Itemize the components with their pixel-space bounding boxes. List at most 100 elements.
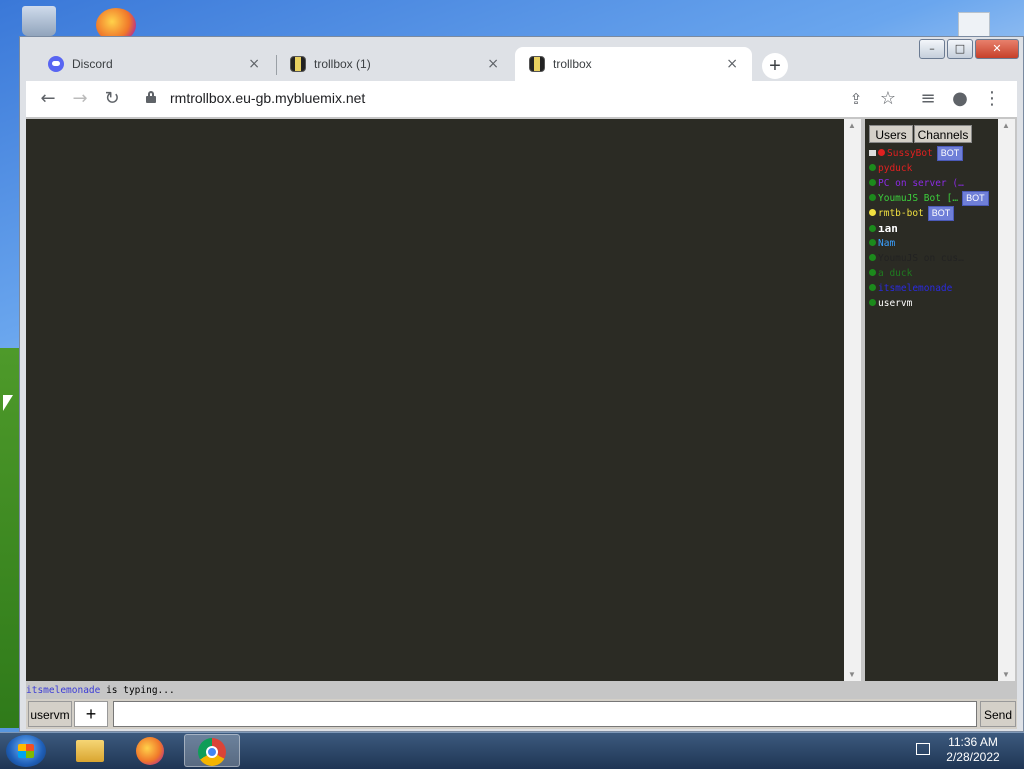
close-window-button[interactable]: ✕: [975, 39, 1019, 59]
bookmark-star-icon[interactable]: ☆: [876, 87, 900, 111]
user-name: itsmelemonade: [878, 283, 953, 294]
user-list-item[interactable]: uservm: [869, 296, 997, 311]
users-scrollbar[interactable]: ▲ ▼: [998, 119, 1015, 681]
user-name: pyduck: [878, 163, 913, 174]
status-dot-icon: [869, 299, 876, 306]
user-list-item[interactable]: rmtb-bot BOT: [869, 206, 997, 221]
user-list-item[interactable]: YoumuJS Bot [… BOT: [869, 191, 997, 206]
forward-icon[interactable]: →: [68, 87, 92, 111]
status-dot-icon: [869, 179, 876, 186]
nickname-button[interactable]: uservm: [28, 701, 72, 727]
status-dot-icon: [869, 209, 876, 216]
taskbar-file-explorer[interactable]: [62, 734, 118, 767]
mouse-cursor-icon: [3, 395, 13, 411]
browser-window: – □ ✕ Discord × trollbox (1) × trollbox …: [19, 36, 1024, 732]
status-dot-icon: [878, 149, 885, 156]
close-tab-icon[interactable]: ×: [248, 56, 260, 72]
users-panel: Users Channels SussyBot BOT pyduck PC on se…: [865, 119, 998, 681]
tab-discord[interactable]: Discord ×: [34, 47, 274, 81]
bot-badge: BOT: [936, 146, 964, 161]
tab-users[interactable]: Users: [869, 125, 913, 143]
user-name: YoumuJS Bot […: [878, 193, 959, 204]
user-list-item[interactable]: SussyBot BOT: [869, 146, 997, 161]
user-list: SussyBot BOT pyduck PC on server (… YoumuJS …: [869, 146, 997, 311]
tab-channels[interactable]: Channels: [914, 125, 972, 143]
status-dot-icon: [869, 284, 876, 291]
browser-toolbar: ← → ↻ rmtrollbox.eu-gb.mybluemix.net ⇪ ☆…: [26, 81, 1017, 117]
bot-badge: BOT: [927, 206, 955, 221]
user-name: Nam: [878, 238, 896, 249]
scroll-up-icon[interactable]: ▲: [848, 121, 856, 130]
taskbar: 11:36 AM 2/28/2022: [0, 732, 1024, 769]
user-name: ıan: [878, 222, 898, 235]
user-name: a duck: [878, 268, 913, 279]
reload-icon[interactable]: ↻: [100, 87, 124, 111]
scroll-down-icon[interactable]: ▼: [848, 670, 856, 679]
taskbar-firefox[interactable]: [123, 734, 179, 767]
attach-button[interactable]: +: [74, 701, 108, 727]
user-name: rmtb-bot: [878, 208, 924, 219]
system-clock[interactable]: 11:36 AM 2/28/2022: [938, 735, 1008, 765]
window-controls: – □ ✕: [919, 39, 1019, 59]
share-icon[interactable]: ⇪: [844, 87, 868, 111]
trollbox-icon: [529, 56, 545, 72]
chat-scrollbar[interactable]: ▲ ▼: [844, 119, 861, 681]
input-bar: uservm + Send: [26, 699, 1017, 729]
user-name: uservm: [878, 298, 913, 309]
clock-date: 2/28/2022: [946, 750, 1000, 764]
tab-title: trollbox (1): [314, 57, 371, 71]
tab-trollbox-active[interactable]: trollbox ×: [515, 47, 752, 81]
status-dot-icon: [869, 194, 876, 201]
user-name: PC on server (…: [878, 178, 964, 189]
taskbar-chrome[interactable]: [184, 734, 240, 767]
recycle-bin-icon[interactable]: [22, 6, 56, 36]
network-icon[interactable]: [916, 743, 930, 755]
close-tab-icon[interactable]: ×: [726, 56, 738, 72]
user-list-item[interactable]: YoumuJS on cus…: [869, 251, 997, 266]
lock-icon[interactable]: [146, 91, 156, 103]
status-dot-icon: [869, 269, 876, 276]
typing-text: is typing...: [100, 685, 175, 696]
chrome-icon: [198, 738, 226, 766]
status-dot-icon: [869, 164, 876, 171]
user-list-item[interactable]: Nam: [869, 236, 997, 251]
user-name: YoumuJS on cus…: [878, 253, 964, 264]
new-tab-button[interactable]: +: [762, 53, 788, 79]
tab-strip: Discord × trollbox (1) × trollbox × +: [26, 43, 906, 81]
media-control-icon[interactable]: ≡: [916, 87, 940, 111]
menu-icon[interactable]: ⋮: [980, 87, 1004, 111]
scroll-up-icon[interactable]: ▲: [1002, 121, 1010, 130]
scroll-down-icon[interactable]: ▼: [1002, 670, 1010, 679]
close-tab-icon[interactable]: ×: [487, 56, 499, 72]
minimize-button[interactable]: –: [919, 39, 945, 59]
tab-title: Discord: [72, 57, 113, 71]
user-name: SussyBot: [887, 148, 933, 159]
chat-messages[interactable]: [26, 119, 844, 681]
maximize-button[interactable]: □: [947, 39, 973, 59]
trollbox-icon: [290, 56, 306, 72]
message-input[interactable]: [113, 701, 977, 727]
user-list-item[interactable]: PC on server (…: [869, 176, 997, 191]
tab-trollbox-1[interactable]: trollbox (1) ×: [276, 47, 513, 81]
firefox-icon: [136, 737, 164, 765]
send-button[interactable]: Send: [980, 701, 1016, 727]
user-list-item[interactable]: pyduck: [869, 161, 997, 176]
crown-icon: [869, 150, 876, 156]
typing-indicator: itsmelemonade is typing...: [26, 684, 1017, 698]
trollbox-page: ▲ ▼ Users Channels SussyBot BOT pyduck PC o…: [26, 117, 1017, 729]
status-dot-icon: [869, 254, 876, 261]
status-dot-icon: [869, 225, 876, 232]
address-bar[interactable]: rmtrollbox.eu-gb.mybluemix.net: [170, 90, 365, 106]
tab-title: trollbox: [553, 57, 592, 71]
file-explorer-icon: [76, 740, 104, 762]
user-list-item[interactable]: itsmelemonade: [869, 281, 997, 296]
user-list-item[interactable]: a duck: [869, 266, 997, 281]
clock-time: 11:36 AM: [948, 735, 998, 749]
start-button[interactable]: [6, 735, 46, 767]
status-dot-icon: [869, 239, 876, 246]
back-icon[interactable]: ←: [36, 87, 60, 111]
user-list-item[interactable]: ıan: [869, 221, 997, 236]
discord-icon: [48, 56, 64, 72]
profile-icon[interactable]: ●: [948, 87, 972, 111]
bot-badge: BOT: [962, 191, 989, 206]
